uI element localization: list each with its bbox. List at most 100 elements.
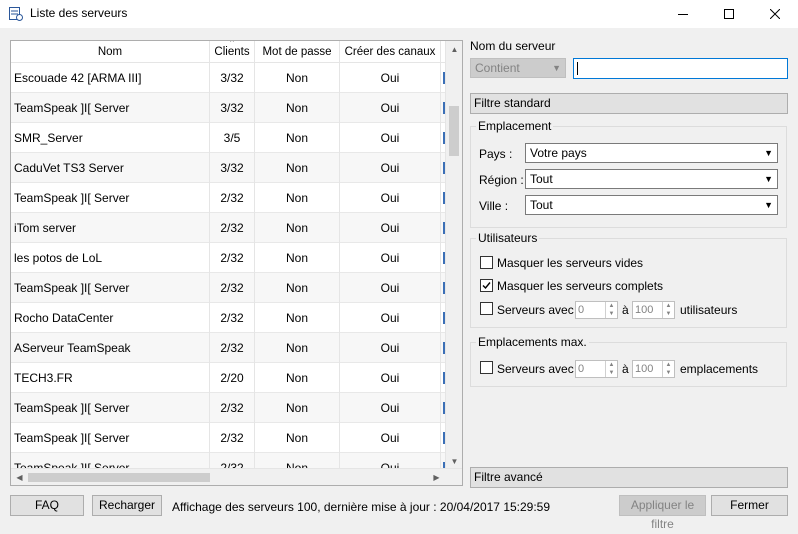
table-row[interactable]: AServeur TeamSpeak 2/32 Non Oui <box>11 332 446 363</box>
password-cell: Non <box>255 272 340 303</box>
server-list[interactable]: Nom ^ Clients Mot de passe Créer des can… <box>10 40 463 486</box>
table-row[interactable]: iTom server 2/32 Non Oui <box>11 212 446 243</box>
password-cell: Non <box>255 212 340 243</box>
scroll-right-icon[interactable]: ▶ <box>428 469 445 485</box>
window-title: Liste des serveurs <box>30 6 128 20</box>
create-channels-cell: Oui <box>340 272 441 303</box>
city-select[interactable]: Tout ▼ <box>525 195 778 215</box>
server-name-cell: TECH3.FR <box>11 362 210 393</box>
spinner-arrows-icon[interactable]: ▲ ▼ <box>662 361 674 377</box>
scroll-left-icon[interactable]: ◀ <box>11 469 28 485</box>
table-row[interactable]: les potos de LoL 2/32 Non Oui <box>11 242 446 273</box>
table-row[interactable]: TeamSpeak ]I[ Server 2/32 Non Oui <box>11 182 446 213</box>
servers-with-users-checkbox[interactable] <box>480 302 493 315</box>
table-row[interactable]: Rocho DataCenter 2/32 Non Oui <box>11 302 446 333</box>
servers-with-slots-checkbox[interactable] <box>480 361 493 374</box>
hide-full-checkbox[interactable] <box>480 279 493 292</box>
password-cell: Non <box>255 422 340 453</box>
table-row[interactable]: TeamSpeak ]I[ Server 2/32 Non Oui <box>11 272 446 303</box>
close-window-button[interactable] <box>752 0 798 28</box>
close-icon <box>770 9 780 19</box>
chevron-down-icon: ▼ <box>764 174 773 184</box>
users-max-spinner[interactable]: 100 ▲ ▼ <box>632 301 675 319</box>
server-name-label: Nom du serveur <box>470 39 556 53</box>
servers-with-slots-label: Serveurs avec <box>497 362 574 376</box>
text-cursor <box>577 62 578 75</box>
slots-to-label: à <box>622 362 629 376</box>
apply-filter-button[interactable]: Appliquer le filtre <box>619 495 706 531</box>
vertical-scrollbar[interactable]: ▲ ▼ <box>445 41 462 470</box>
clients-cell: 2/32 <box>210 392 255 423</box>
country-label: Pays : <box>479 147 513 161</box>
server-name-cell: TeamSpeak ]I[ Server <box>11 182 210 213</box>
hide-empty-label: Masquer les serveurs vides <box>497 256 644 270</box>
faq-button[interactable]: FAQ <box>10 495 84 516</box>
title-bar: Liste des serveurs <box>0 0 798 28</box>
vertical-scroll-thumb[interactable] <box>449 106 459 156</box>
maximize-button[interactable] <box>706 0 752 28</box>
advanced-filter-button[interactable]: Filtre avancé <box>470 467 788 488</box>
server-name-cell: TeamSpeak ]I[ Server <box>11 272 210 303</box>
column-header-clients[interactable]: ^ Clients <box>210 41 255 63</box>
clients-cell: 2/32 <box>210 332 255 363</box>
chevron-down-icon: ▼ <box>764 148 773 158</box>
hide-empty-checkbox[interactable] <box>480 256 493 269</box>
server-name-cell: SMR_Server <box>11 122 210 153</box>
table-row[interactable]: TeamSpeak ]I[ Server 3/32 Non Oui <box>11 92 446 123</box>
standard-filter-button[interactable]: Filtre standard <box>470 93 788 114</box>
create-channels-cell: Oui <box>340 422 441 453</box>
password-cell: Non <box>255 182 340 213</box>
clients-cell: 3/32 <box>210 152 255 183</box>
table-row[interactable]: TECH3.FR 2/20 Non Oui <box>11 362 446 393</box>
server-name-cell: iTom server <box>11 212 210 243</box>
slots-max-spinner[interactable]: 100 ▲ ▼ <box>632 360 675 378</box>
location-group-title: Emplacement <box>476 119 554 133</box>
create-channels-cell: Oui <box>340 63 441 93</box>
server-name-input[interactable] <box>573 58 788 79</box>
slots-unit-label: emplacements <box>680 362 759 376</box>
slots-min-spinner[interactable]: 0 ▲ ▼ <box>575 360 618 378</box>
country-select[interactable]: Votre pays ▼ <box>525 143 778 163</box>
create-channels-cell: Oui <box>340 332 441 363</box>
region-select[interactable]: Tout ▼ <box>525 169 778 189</box>
minimize-button[interactable] <box>660 0 706 28</box>
table-row[interactable]: CaduVet TS3 Server 3/32 Non Oui <box>11 152 446 183</box>
users-min-spinner[interactable]: 0 ▲ ▼ <box>575 301 618 319</box>
server-name-cell: TeamSpeak ]I[ Server <box>11 392 210 423</box>
chevron-down-icon: ▼ <box>552 63 561 73</box>
scroll-up-icon[interactable]: ▲ <box>446 41 462 58</box>
spinner-arrows-icon[interactable]: ▲ ▼ <box>662 302 674 318</box>
password-cell: Non <box>255 362 340 393</box>
table-row[interactable]: TeamSpeak ]I[ Server 2/32 Non Oui <box>11 422 446 453</box>
server-name-cell: CaduVet TS3 Server <box>11 152 210 183</box>
password-cell: Non <box>255 63 340 93</box>
list-header: Nom ^ Clients Mot de passe Créer des can… <box>11 41 462 63</box>
column-header-password[interactable]: Mot de passe <box>255 41 340 63</box>
password-cell: Non <box>255 92 340 123</box>
horizontal-scroll-thumb[interactable] <box>28 473 210 482</box>
column-header-create-channels[interactable]: Créer des canaux <box>340 41 441 63</box>
close-button[interactable]: Fermer <box>711 495 788 516</box>
match-mode-select[interactable]: Contient ▼ <box>470 58 566 78</box>
table-row[interactable]: TeamSpeak ]I[ Server 2/32 Non Oui <box>11 392 446 423</box>
reload-button[interactable]: Recharger <box>92 495 162 516</box>
servers-with-users-label: Serveurs avec <box>497 303 574 317</box>
sort-ascending-icon: ^ <box>230 40 234 47</box>
password-cell: Non <box>255 242 340 273</box>
create-channels-cell: Oui <box>340 242 441 273</box>
horizontal-scrollbar[interactable]: ◀ ▶ <box>11 468 462 485</box>
max-slots-group-title: Emplacements max. <box>476 335 589 349</box>
server-list-icon <box>8 6 24 22</box>
table-row[interactable]: SMR_Server 3/5 Non Oui <box>11 122 446 153</box>
password-cell: Non <box>255 332 340 363</box>
spinner-arrows-icon[interactable]: ▲ ▼ <box>605 361 617 377</box>
column-header-name[interactable]: Nom <box>11 41 210 63</box>
password-cell: Non <box>255 302 340 333</box>
server-name-cell: TeamSpeak ]I[ Server <box>11 422 210 453</box>
clients-cell: 2/32 <box>210 212 255 243</box>
spinner-arrows-icon[interactable]: ▲ ▼ <box>605 302 617 318</box>
table-row[interactable]: Escouade 42 [ARMA III] 3/32 Non Oui <box>11 63 446 93</box>
chevron-down-icon: ▼ <box>764 200 773 210</box>
table-body: Escouade 42 [ARMA III] 3/32 Non Oui TeamSpea… <box>11 63 446 472</box>
server-name-cell: AServeur TeamSpeak <box>11 332 210 363</box>
